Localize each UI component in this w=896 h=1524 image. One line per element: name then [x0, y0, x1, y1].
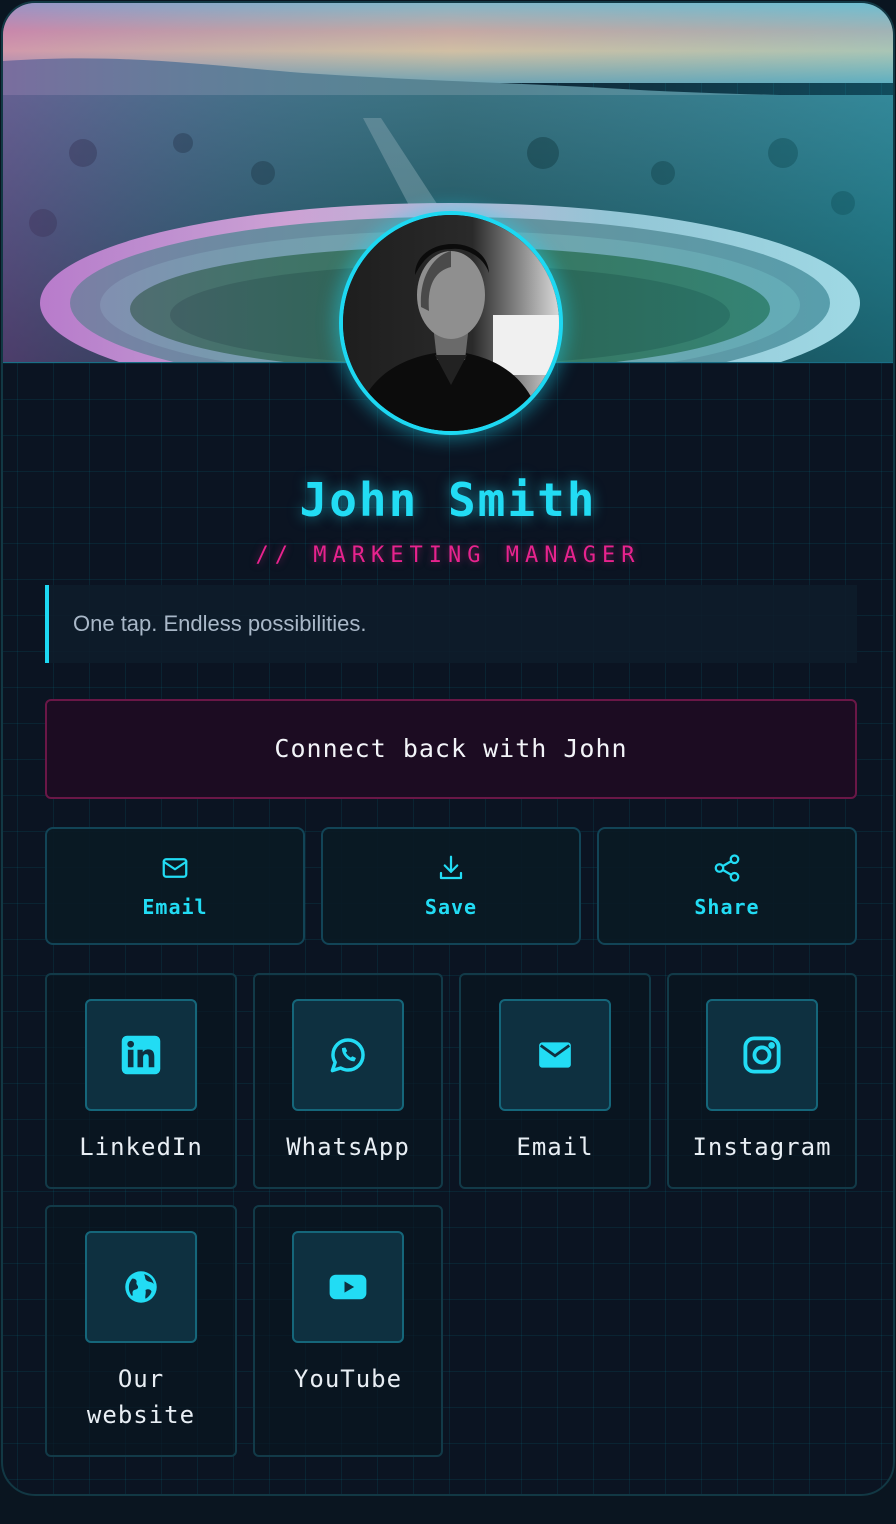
- profile-avatar: [339, 211, 563, 435]
- linkedin-icon: [85, 999, 197, 1111]
- profile-title: // MARKETING MANAGER: [255, 543, 641, 568]
- email-action-button[interactable]: Email: [45, 827, 305, 945]
- social-label: LinkedIn: [79, 1133, 203, 1161]
- connect-back-button[interactable]: Connect back with John: [45, 699, 857, 799]
- social-label: YouTube: [293, 1365, 403, 1393]
- youtube-icon: [292, 1231, 404, 1343]
- social-label-line: Our website: [86, 1365, 196, 1429]
- profile-tagline: One tap. Endless possibilities.: [45, 585, 857, 663]
- share-button[interactable]: Share: [597, 827, 857, 945]
- mail-icon: [499, 999, 611, 1111]
- social-tile-linkedin[interactable]: LinkedIn: [45, 973, 237, 1189]
- instagram-icon: [706, 999, 818, 1111]
- social-label: WhatsApp: [286, 1133, 410, 1161]
- share-icon: [599, 853, 855, 883]
- social-tile-instagram[interactable]: Instagram: [667, 973, 857, 1189]
- social-tile-website[interactable]: Our website: [45, 1205, 237, 1457]
- save-contact-button[interactable]: Save: [321, 827, 581, 945]
- whatsapp-icon: [292, 999, 404, 1111]
- share-action-label: Share: [694, 895, 760, 919]
- profile-card: John Smith // MARKETING MANAGER One tap.…: [1, 1, 895, 1496]
- mail-outline-icon: [47, 853, 303, 883]
- social-label: Instagram: [692, 1133, 832, 1161]
- globe-icon: [85, 1231, 197, 1343]
- email-action-label: Email: [142, 895, 208, 919]
- social-label: Our website: [47, 1361, 235, 1433]
- social-label: Email: [516, 1133, 594, 1161]
- social-tile-email[interactable]: Email: [459, 973, 651, 1189]
- social-tile-youtube[interactable]: YouTube: [253, 1205, 443, 1457]
- social-tile-whatsapp[interactable]: WhatsApp: [253, 973, 443, 1189]
- download-icon: [323, 853, 579, 883]
- profile-name: John Smith: [299, 473, 597, 527]
- save-action-label: Save: [424, 895, 478, 919]
